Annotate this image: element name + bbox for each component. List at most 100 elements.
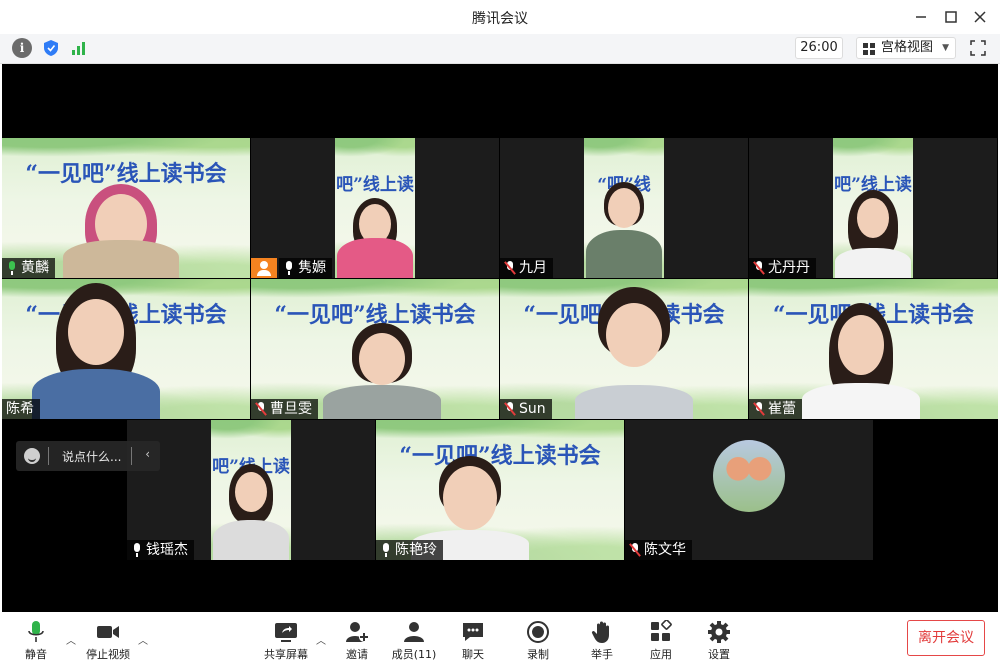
microphone-icon: [380, 543, 392, 557]
chevron-down-icon: ▼: [942, 43, 949, 53]
share-screen-button[interactable]: 共享屏幕: [258, 620, 314, 666]
microphone-muted-icon: [629, 543, 641, 557]
raise-hand-button[interactable]: 举手: [574, 620, 630, 666]
info-icon[interactable]: i: [12, 38, 32, 58]
video-tile-qianyaojie[interactable]: 吧”线上读 钱瑶杰: [127, 420, 375, 560]
mute-button[interactable]: 静音: [8, 620, 64, 666]
invite-icon: [345, 620, 369, 644]
shield-icon[interactable]: [41, 38, 61, 58]
raise-hand-icon: [590, 620, 614, 644]
participant-nametag: 黄麟: [2, 258, 55, 278]
signal-icon[interactable]: [69, 38, 89, 58]
members-icon: [402, 620, 426, 644]
settings-icon: [707, 620, 731, 644]
participant-nametag: 陈艳玲: [376, 540, 443, 560]
participant-video: [585, 182, 663, 278]
maximize-icon[interactable]: [940, 6, 962, 28]
chevron-up-icon[interactable]: ︿: [66, 632, 76, 647]
view-mode-label: 宫格视图: [881, 40, 934, 55]
leave-meeting-button[interactable]: 离开会议: [907, 620, 985, 656]
participant-nametag: 曹旦雯: [251, 399, 318, 419]
video-tile-chenyanling[interactable]: “一见吧”线上读书会 陈艳玲: [376, 420, 624, 560]
video-tile-huanglin[interactable]: “一见吧”线上读书会 黄麟: [2, 138, 250, 278]
video-tile-juanyuan[interactable]: 吧”线上读 隽嫄: [251, 138, 499, 278]
chat-label: 聊天: [462, 648, 484, 661]
video-tile-cuilei[interactable]: “一见吧”线上读书会 崔蕾: [749, 279, 998, 419]
microphone-icon: [24, 620, 48, 644]
chat-quick-input[interactable]: 说点什么... ‹: [16, 441, 160, 471]
video-tile-caodanwen[interactable]: “一见吧”线上读书会 曹旦雯: [251, 279, 499, 419]
meeting-controls: 静音 ︿ 停止视频 ︿ 共享屏幕 ︿ 邀请 成员(11) 聊天 录制 举手 应用…: [0, 612, 1000, 667]
participant-video: [574, 287, 694, 419]
microphone-muted-icon: [753, 402, 765, 416]
video-tile-chenwenhua[interactable]: 陈文华: [625, 420, 873, 560]
microphone-muted-icon: [753, 261, 765, 275]
minimize-icon[interactable]: [910, 6, 932, 28]
fullscreen-icon[interactable]: [968, 38, 988, 58]
record-icon: [526, 620, 550, 644]
microphone-muted-icon: [255, 402, 267, 416]
chat-button[interactable]: 聊天: [445, 620, 501, 666]
participant-nametag: 钱瑶杰: [127, 540, 194, 560]
participant-name: 黄麟: [21, 260, 49, 276]
microphone-icon: [131, 543, 143, 557]
avatar: [713, 440, 785, 512]
invite-button[interactable]: 邀请: [329, 620, 385, 666]
participant-video: [834, 190, 912, 278]
close-icon[interactable]: [969, 6, 991, 28]
meeting-toolbar: i 26:00 宫格视图 ▼: [0, 34, 1000, 64]
participant-nametag: 崔蕾: [749, 399, 802, 419]
record-button[interactable]: 录制: [510, 620, 566, 666]
grid-icon: [863, 43, 875, 55]
video-tile-sun[interactable]: “一见吧”线上读书会 Sun: [500, 279, 748, 419]
divider: [48, 447, 49, 465]
microphone-muted-icon: [504, 402, 516, 416]
participant-name: 九月: [519, 260, 547, 276]
participant-video: [212, 464, 290, 560]
chat-placeholder: 说点什么...: [62, 450, 122, 464]
participant-nametag: Sun: [500, 399, 552, 419]
chevron-up-icon[interactable]: ︿: [138, 632, 148, 647]
stop-video-label: 停止视频: [86, 648, 130, 661]
participant-name: Sun: [519, 401, 546, 417]
share-screen-icon: [274, 620, 298, 644]
avatar-icon: [251, 258, 277, 278]
video-camera-icon: [96, 620, 120, 644]
apps-label: 应用: [650, 648, 672, 661]
participant-video: [801, 303, 921, 419]
emoji-icon[interactable]: [24, 448, 40, 464]
stop-video-button[interactable]: 停止视频: [80, 620, 136, 666]
video-tile-chenxi[interactable]: “一见吧”线上读书会 陈希: [2, 279, 250, 419]
apps-button[interactable]: 应用: [633, 619, 689, 666]
participant-video: [336, 188, 414, 278]
participant-name: 陈文华: [644, 542, 686, 558]
invite-label: 邀请: [346, 648, 368, 661]
video-feed: 吧”线上读: [833, 138, 913, 278]
chevron-up-icon[interactable]: ︿: [316, 632, 326, 647]
view-mode-select[interactable]: 宫格视图 ▼: [856, 37, 956, 59]
chat-icon: [461, 620, 485, 644]
participant-video: [322, 323, 442, 419]
members-button[interactable]: 成员(11): [386, 620, 442, 666]
microphone-icon: [283, 261, 295, 275]
divider: [131, 447, 132, 465]
settings-button[interactable]: 设置: [691, 620, 747, 666]
participant-name: 曹旦雯: [270, 401, 312, 417]
share-screen-label: 共享屏幕: [264, 648, 308, 661]
microphone-muted-icon: [504, 261, 516, 275]
video-feed: 吧”线上读: [211, 420, 291, 560]
window-title: 腾讯会议: [472, 11, 528, 27]
meeting-window: 腾讯会议 i 26:00 宫格视图 ▼ “一见吧”线上读书会 黄麟 吧”线上读 …: [0, 0, 1000, 667]
participant-video: [61, 168, 181, 278]
record-label: 录制: [527, 648, 549, 661]
raise-hand-label: 举手: [591, 648, 613, 661]
video-tile-jiuyue[interactable]: “吧”线 九月: [500, 138, 748, 278]
participant-name: 尤丹丹: [768, 260, 810, 276]
participant-nametag: 陈希: [2, 399, 40, 419]
meeting-timer: 26:00: [795, 37, 843, 59]
participant-nametag: 陈文华: [625, 540, 692, 560]
settings-label: 设置: [708, 648, 730, 661]
video-tile-youdandan[interactable]: 吧”线上读 尤丹丹: [749, 138, 997, 278]
chevron-left-icon[interactable]: ‹: [145, 447, 150, 461]
video-feed: 吧”线上读: [335, 138, 415, 278]
